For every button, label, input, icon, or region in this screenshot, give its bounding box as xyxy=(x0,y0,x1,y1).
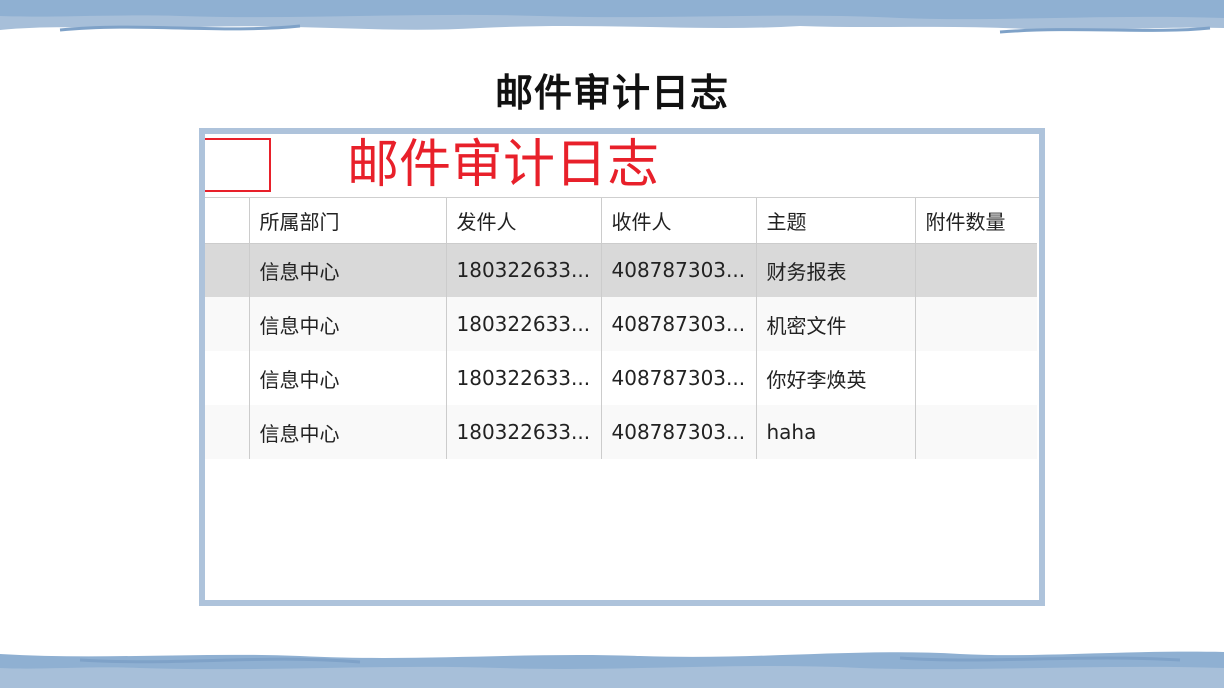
table-row[interactable]: 信息中心 180322633... 408787303... 你好李焕英 xyxy=(205,351,1037,405)
cell-recipient: 408787303... xyxy=(601,297,757,351)
table-row[interactable]: 信息中心 180322633... 408787303... 财务报表 xyxy=(205,243,1037,297)
column-header-department[interactable]: 所属部门 xyxy=(249,198,447,243)
row-selector[interactable] xyxy=(205,297,250,351)
cell-department: 信息中心 xyxy=(249,351,447,405)
row-selector[interactable] xyxy=(205,351,250,405)
row-selector[interactable] xyxy=(205,405,250,459)
column-header-sender[interactable]: 发件人 xyxy=(446,198,602,243)
cell-attachment-count xyxy=(915,297,1037,351)
cell-attachment-count xyxy=(915,243,1037,297)
cell-recipient: 408787303... xyxy=(601,351,757,405)
cell-subject: 你好李焕英 xyxy=(756,351,916,405)
table-header-row: 所属部门 发件人 收件人 主题 附件数量 xyxy=(205,198,1037,243)
cell-subject: 机密文件 xyxy=(756,297,916,351)
cell-subject: 财务报表 xyxy=(756,243,916,297)
row-header-corner xyxy=(205,198,250,243)
header-red-box xyxy=(205,138,271,192)
cell-recipient: 408787303... xyxy=(601,405,757,459)
cell-attachment-count xyxy=(915,351,1037,405)
cell-department: 信息中心 xyxy=(249,405,447,459)
cell-sender: 180322633... xyxy=(446,297,602,351)
slide-title: 邮件审计日志 xyxy=(494,71,729,115)
cell-attachment-count xyxy=(915,405,1037,459)
cell-sender: 180322633... xyxy=(446,405,602,459)
app-screenshot-frame: 邮件审计日志 所属部门 发件人 收件人 主题 附件数量 信息中心 1803226… xyxy=(199,128,1045,606)
cell-sender: 180322633... xyxy=(446,243,602,297)
mail-audit-table: 所属部门 发件人 收件人 主题 附件数量 信息中心 180322633... 4… xyxy=(205,198,1037,459)
app-header: 邮件审计日志 xyxy=(205,134,1039,198)
cell-subject: haha xyxy=(756,405,916,459)
table-row[interactable]: 信息中心 180322633... 408787303... haha xyxy=(205,405,1037,459)
column-header-attachment-count[interactable]: 附件数量 xyxy=(915,198,1037,243)
cell-sender: 180322633... xyxy=(446,351,602,405)
column-header-subject[interactable]: 主题 xyxy=(756,198,916,243)
app-header-title: 邮件审计日志 xyxy=(347,135,660,195)
top-brush-decoration xyxy=(0,0,1224,34)
table-row[interactable]: 信息中心 180322633... 408787303... 机密文件 xyxy=(205,297,1037,351)
row-selector[interactable] xyxy=(205,243,250,297)
column-header-recipient[interactable]: 收件人 xyxy=(601,198,757,243)
cell-department: 信息中心 xyxy=(249,297,447,351)
bottom-brush-decoration xyxy=(0,651,1224,688)
cell-department: 信息中心 xyxy=(249,243,447,297)
cell-recipient: 408787303... xyxy=(601,243,757,297)
